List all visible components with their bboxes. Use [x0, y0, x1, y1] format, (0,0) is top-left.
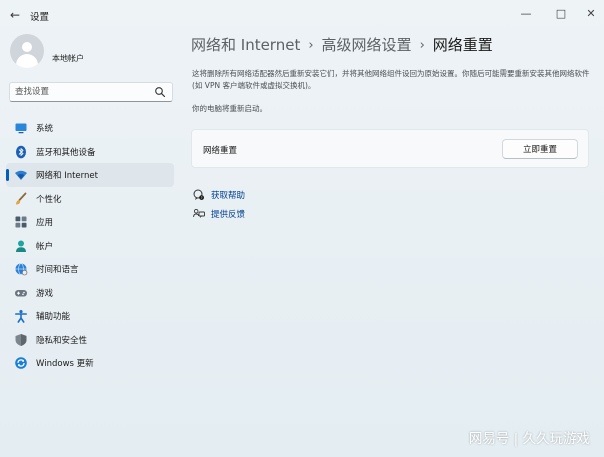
svg-text:?: ? — [201, 196, 203, 200]
apps-icon — [15, 216, 27, 228]
title-bar: ← 设置 — □ ✕ — [0, 0, 604, 30]
reset-description: 这将删除所有网络适配器然后重新安装它们，并将其他网络组件设回为原始设置。你随后可… — [192, 69, 590, 90]
account-icon — [16, 240, 26, 252]
sidebar-item-accounts[interactable]: 帐户 — [6, 234, 174, 258]
avatar[interactable] — [10, 34, 44, 68]
close-button[interactable]: ✕ — [578, 4, 604, 24]
sidebar-item-apps[interactable]: 应用 — [6, 210, 174, 234]
shield-icon — [15, 333, 27, 346]
reset-now-button[interactable]: 立即重置 — [502, 139, 578, 159]
breadcrumb-advanced-network[interactable]: 高级网络设置 — [322, 36, 412, 54]
sidebar-item-bluetooth[interactable]: 蓝牙和其他设备 — [6, 140, 174, 164]
windows-update-icon — [15, 357, 27, 369]
accessibility-icon — [15, 310, 27, 323]
bluetooth-icon — [16, 145, 26, 158]
breadcrumb-network[interactable]: 网络和 Internet — [191, 36, 300, 54]
settings-window: ← 设置 — □ ✕ 本地帐户 系统 蓝牙和其他设备 — [0, 0, 604, 457]
sidebar-item-network[interactable]: 网络和 Internet — [6, 163, 174, 187]
app-title: 设置 — [30, 12, 50, 23]
network-reset-label: 网络重置 — [203, 146, 238, 156]
back-arrow-icon[interactable]: ← — [6, 6, 24, 24]
network-reset-card: 网络重置 立即重置 — [191, 129, 589, 168]
sidebar-item-accessibility[interactable]: 辅助功能 — [6, 304, 174, 328]
sidebar-item-gaming[interactable]: 游戏 — [6, 281, 174, 305]
system-icon — [15, 123, 27, 134]
breadcrumb-separator: › — [419, 38, 425, 53]
sidebar-item-privacy[interactable]: 隐私和安全性 — [6, 328, 174, 352]
gamepad-icon — [15, 289, 27, 296]
breadcrumb: 网络和 Internet › 高级网络设置 › 网络重置 — [191, 34, 493, 58]
search-box[interactable] — [9, 82, 173, 102]
active-indicator — [6, 169, 9, 181]
user-name: 本地帐户 — [52, 54, 84, 63]
sidebar-item-system[interactable]: 系统 — [6, 116, 174, 140]
restart-note: 你的电脑将重新启动。 — [192, 104, 267, 113]
minimize-button[interactable]: — — [513, 4, 539, 24]
sidebar-item-personalization[interactable]: 个性化 — [6, 187, 174, 211]
maximize-button[interactable]: □ — [548, 4, 574, 24]
sidebar-nav: 系统 蓝牙和其他设备 网络和 Internet 个性化 应用 帐户 时间和语言 … — [6, 116, 174, 375]
breadcrumb-separator: › — [308, 38, 314, 53]
help-chat-icon: ? — [193, 189, 204, 200]
search-icon — [155, 87, 166, 98]
search-input[interactable] — [15, 85, 150, 99]
wifi-icon — [15, 170, 27, 180]
sidebar-item-time-language[interactable]: 时间和语言 — [6, 257, 174, 281]
brush-icon — [16, 192, 27, 205]
page-title: 网络重置 — [432, 36, 493, 54]
globe-clock-icon — [15, 263, 28, 276]
feedback-icon — [193, 208, 205, 218]
watermark: 网易号 | 久久玩游戏 — [468, 431, 590, 447]
sidebar-item-windows-update[interactable]: Windows 更新 — [6, 351, 174, 375]
